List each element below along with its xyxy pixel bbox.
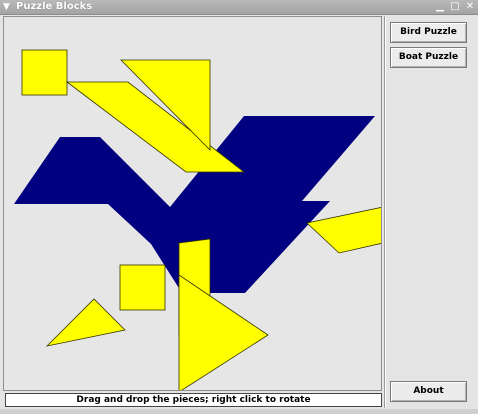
puzzle-window: ▼ Puzzle Blocks ▁ □ ✕ Drag and drop the … — [0, 0, 478, 414]
minimize-icon[interactable]: ▁ — [434, 1, 446, 12]
maximize-icon[interactable]: □ — [449, 1, 461, 12]
boat-puzzle-button[interactable]: Boat Puzzle — [390, 47, 467, 68]
window-menu-icon[interactable]: ▼ — [3, 2, 10, 12]
title-bar[interactable]: ▼ Puzzle Blocks ▁ □ ✕ — [0, 0, 478, 15]
square-piece-bottom[interactable] — [119, 264, 166, 311]
sidebar-separator — [384, 16, 386, 408]
window-bottom-border — [0, 409, 478, 414]
bird-puzzle-button[interactable]: Bird Puzzle — [390, 22, 467, 43]
status-bar: Drag and drop the pieces; right click to… — [5, 393, 382, 407]
small-triangle-piece-left[interactable] — [45, 298, 126, 347]
square-piece-top[interactable] — [21, 49, 68, 96]
puzzle-canvas[interactable] — [3, 16, 382, 391]
small-triangle-piece-right[interactable] — [306, 207, 382, 254]
about-button[interactable]: About — [390, 381, 467, 402]
close-icon[interactable]: ✕ — [464, 1, 476, 12]
window-title: Puzzle Blocks — [16, 1, 93, 12]
